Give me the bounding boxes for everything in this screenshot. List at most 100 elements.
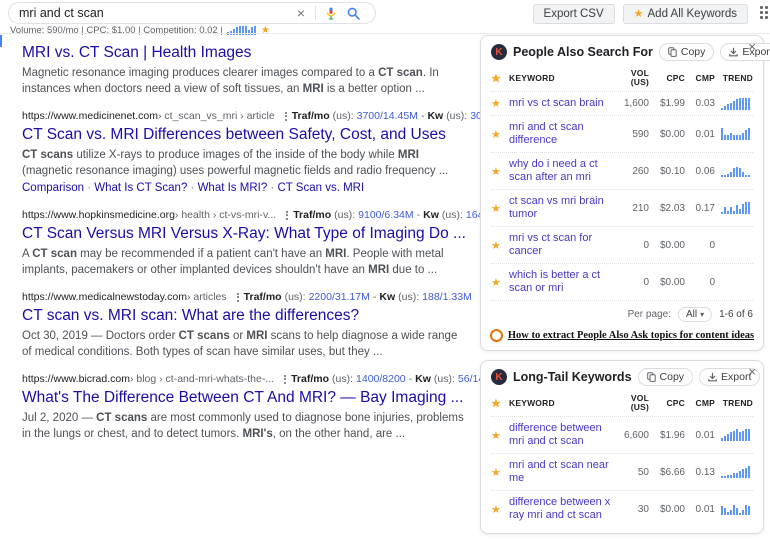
add-keyword-star-icon[interactable]: ★ — [491, 165, 505, 178]
stats-separator: - — [409, 373, 413, 385]
traffic-region: (us): — [334, 209, 355, 221]
keyword-link[interactable]: mri and ct scan near me — [509, 459, 611, 485]
search-input[interactable] — [19, 6, 291, 20]
add-keyword-star-icon[interactable]: ★ — [491, 503, 505, 516]
keywords-everywhere-panels: × K People Also Search For Copy Export — [480, 35, 764, 543]
copy-button[interactable]: Copy — [638, 368, 694, 386]
keyword-column-header: KEYWORD — [509, 73, 611, 83]
add-keyword-star-icon[interactable]: ★ — [491, 97, 505, 110]
add-all-keywords-button[interactable]: ★ Add All Keywords — [623, 4, 748, 24]
trend-sparkline — [721, 202, 753, 214]
add-keyword-star-icon[interactable]: ★ — [491, 466, 505, 479]
result-title-link[interactable]: What's The Difference Between CT And MRI… — [22, 388, 472, 408]
volume-value: 50 — [615, 467, 649, 478]
keyword-row: ★ which is better a ct scan or mri 0 $0.… — [491, 263, 753, 300]
traffic-value[interactable]: 9100/6.34M — [358, 209, 413, 221]
keyword-link[interactable]: ct scan vs mri brain tumor — [509, 195, 611, 221]
result-title-link[interactable]: CT Scan Versus MRI Versus X-Ray: What Ty… — [22, 224, 472, 244]
result-url[interactable]: https://www.medicalnewstoday.com — [22, 291, 187, 303]
keyword-link[interactable]: difference between x ray mri and ct scan — [509, 496, 611, 522]
vol-column-header: VOL(US) — [615, 69, 649, 87]
keyword-row: ★ ct scan vs mri brain tumor 210 $2.03 0… — [491, 189, 753, 226]
keyword-link[interactable]: mri and ct scan difference — [509, 121, 611, 147]
trend-sparkline — [721, 429, 753, 441]
result-snippet: CT scans utilize X-rays to produce image… — [22, 147, 464, 179]
keyword-row: ★ mri vs ct scan brain 1,600 $1.99 0.03 — [491, 91, 753, 115]
keywords-everywhere-logo: K — [491, 369, 507, 385]
traffic-value[interactable]: 3700/14.45M — [357, 110, 418, 122]
keyword-link[interactable]: mri vs ct scan brain — [509, 97, 611, 110]
close-icon[interactable]: × — [748, 40, 756, 53]
result-sitelinks[interactable]: Comparison · What Is CT Scan? · What Is … — [22, 180, 472, 196]
trend-sparkline — [721, 98, 753, 110]
more-options-icon[interactable] — [285, 112, 287, 121]
add-keyword-star-icon[interactable]: ★ — [491, 276, 505, 289]
traffic-value[interactable]: 1400/8200 — [356, 373, 406, 385]
per-page-label: Per page: — [628, 309, 671, 320]
kw-label: Kw — [423, 209, 439, 221]
cmp-value: 0.06 — [689, 166, 715, 177]
add-all-keywords-label: Add All Keywords — [648, 8, 738, 20]
add-keyword-star-icon[interactable]: ★ — [491, 128, 505, 141]
focus-corner-marker — [0, 35, 2, 47]
cpc-column-header: CPC — [653, 73, 685, 83]
download-icon — [729, 47, 738, 57]
close-icon[interactable]: × — [748, 365, 756, 378]
result-title-link[interactable]: MRI vs. CT Scan | Health Images — [22, 43, 472, 63]
more-options-icon[interactable] — [286, 211, 288, 220]
keyword-metrics-bar: Volume: 590/mo | CPC: $1.00 | Competitio… — [10, 25, 270, 36]
keyword-link[interactable]: mri vs ct scan for cancer — [509, 232, 611, 258]
stats-separator: - — [373, 291, 377, 303]
search-icon[interactable] — [342, 7, 365, 20]
export-label: Export — [721, 371, 751, 383]
stats-separator: - — [421, 110, 425, 122]
cpc-value: $1.99 — [653, 98, 685, 109]
more-options-icon[interactable] — [284, 375, 286, 384]
export-button[interactable]: Export — [720, 43, 770, 61]
microphone-icon[interactable] — [320, 7, 342, 20]
add-keyword-star-icon[interactable]: ★ — [491, 202, 505, 215]
result-url[interactable]: https://www.bicrad.com — [22, 373, 130, 385]
favorite-star-icon[interactable]: ★ — [261, 26, 270, 36]
keyword-link[interactable]: why do i need a ct scan after an mri — [509, 158, 611, 184]
result-breadcrumb: › ct_scan_vs_mri › article — [158, 110, 275, 122]
export-label: Export — [742, 46, 770, 58]
paa-icon — [490, 329, 503, 342]
traffic-label: Traf/mo — [292, 110, 330, 122]
paa-howto-link[interactable]: How to extract People Also Ask topics fo… — [491, 329, 753, 342]
cmp-value: 0.17 — [689, 203, 715, 214]
add-keyword-star-icon[interactable]: ★ — [491, 239, 505, 252]
search-box-divider — [315, 6, 316, 20]
search-results: MRI vs. CT Scan | Health Images Magnetic… — [22, 40, 472, 455]
result-title-link[interactable]: CT scan vs. MRI scan: What are the diffe… — [22, 306, 472, 326]
result-url[interactable]: https://www.hopkinsmedicine.org — [22, 209, 175, 221]
clear-search-icon[interactable]: × — [291, 6, 311, 20]
kw-label: Kw — [379, 291, 395, 303]
result-url[interactable]: https://www.medicinenet.com — [22, 110, 158, 122]
apps-grid-icon[interactable] — [760, 6, 770, 19]
keyword-link[interactable]: difference between mri and ct scan — [509, 422, 611, 448]
volume-value: 6,600 — [615, 430, 649, 441]
result-title-link[interactable]: CT Scan vs. MRI Differences between Safe… — [22, 125, 472, 145]
panel-title: People Also Search For — [513, 45, 653, 59]
star-icon: ★ — [491, 397, 505, 410]
search-box[interactable]: × — [8, 2, 376, 24]
export-csv-button[interactable]: Export CSV — [533, 4, 615, 24]
cpc-value: $0.10 — [653, 166, 685, 177]
paa-link-text: How to extract People Also Ask topics fo… — [508, 330, 754, 341]
topbar-divider — [0, 33, 770, 34]
traffic-label: Traf/mo — [291, 373, 329, 385]
search-result: https://www.bicrad.com › blog › ct-and-m… — [22, 373, 472, 442]
trend-sparkline — [721, 503, 753, 515]
copy-button[interactable]: Copy — [659, 43, 715, 61]
keyword-link[interactable]: which is better a ct scan or mri — [509, 269, 611, 295]
traffic-label: Traf/mo — [244, 291, 282, 303]
kw-value[interactable]: 188/1.33M — [422, 291, 472, 303]
keyword-row: ★ why do i need a ct scan after an mri 2… — [491, 152, 753, 189]
per-page-select[interactable]: All ▾ — [678, 307, 712, 322]
keyword-stats: Traf/mo (us): 1400/8200 - Kw (us): 56/14… — [284, 373, 496, 385]
traffic-value[interactable]: 2200/31.17M — [309, 291, 370, 303]
kw-region: (us): — [446, 110, 467, 122]
more-options-icon[interactable] — [237, 293, 239, 302]
add-keyword-star-icon[interactable]: ★ — [491, 429, 505, 442]
